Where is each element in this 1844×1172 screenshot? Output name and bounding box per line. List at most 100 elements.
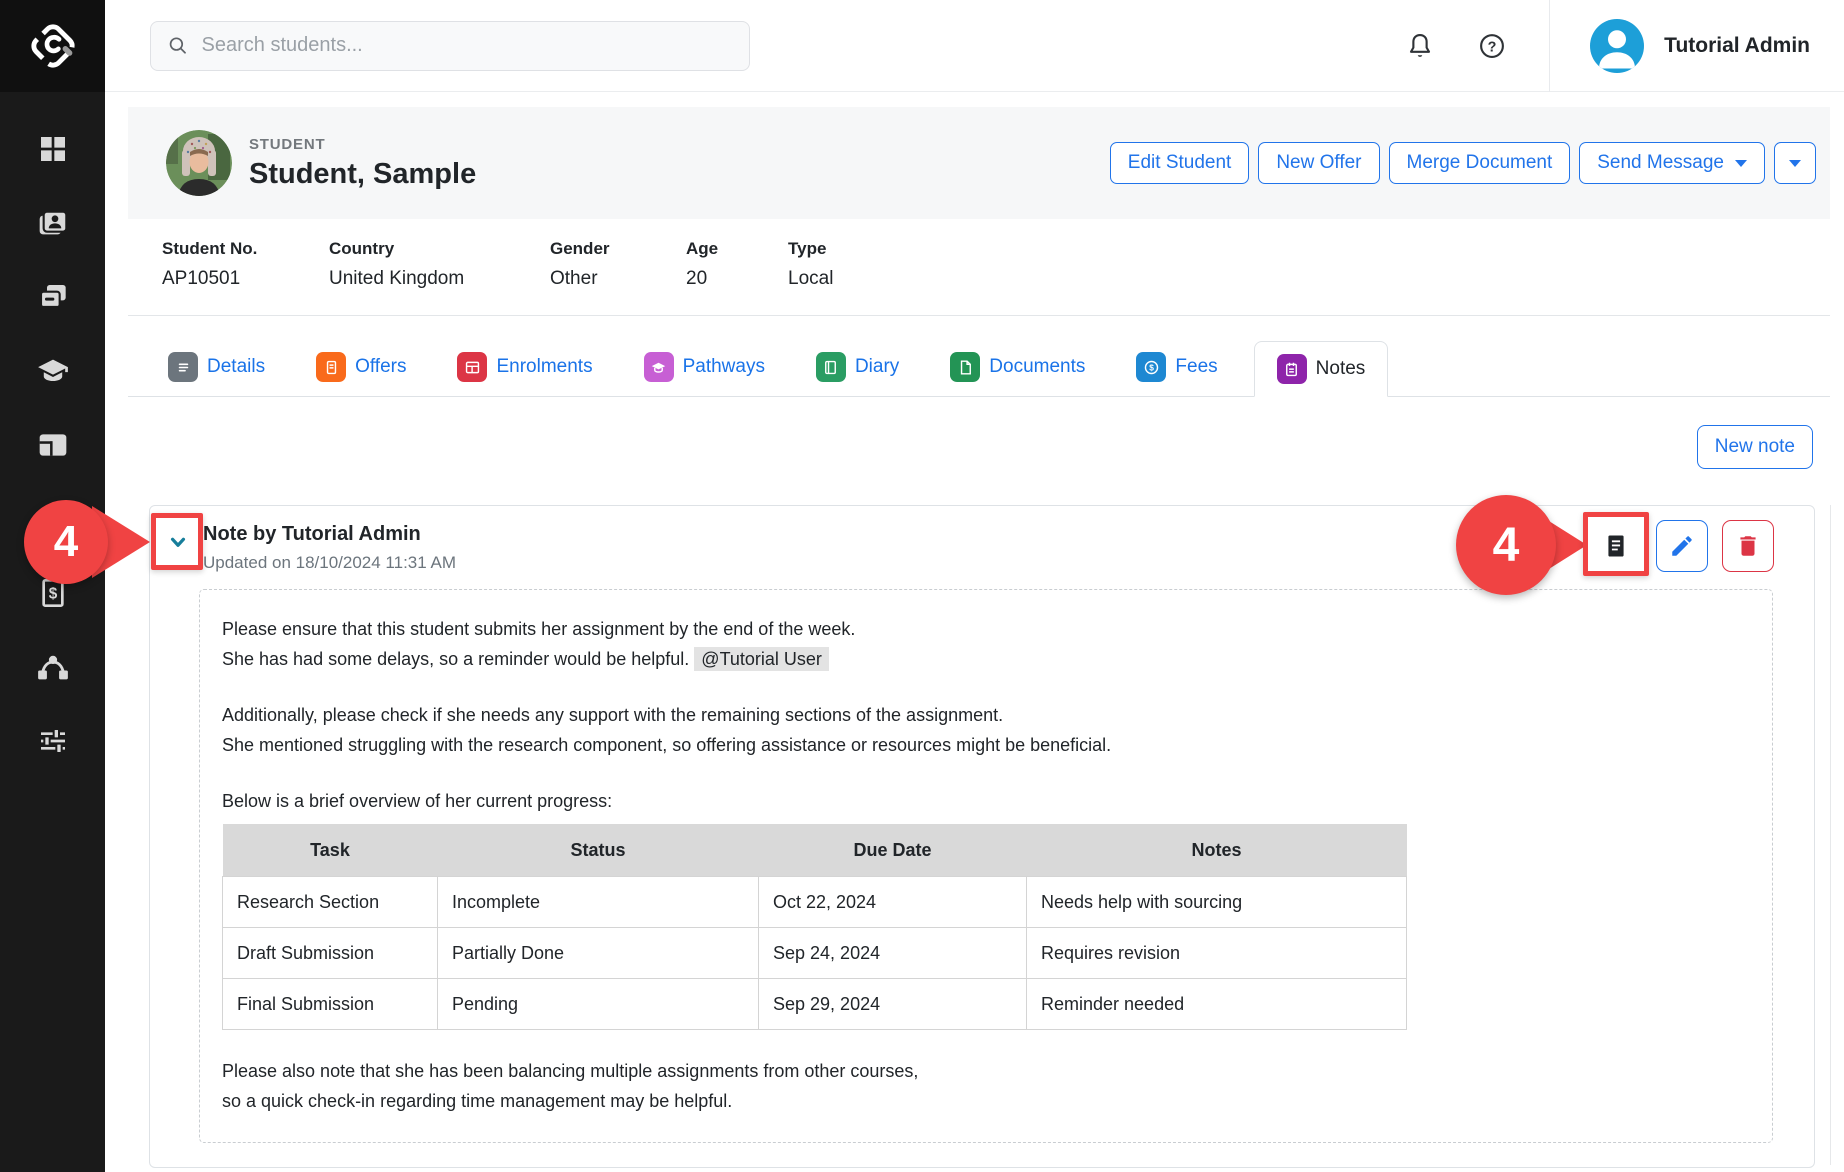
- note-text-line: Additionally, please check if she needs …: [222, 700, 1748, 730]
- note-text: She has had some delays, so a reminder w…: [222, 649, 689, 669]
- note-actions: [1590, 520, 1774, 572]
- tab-fees[interactable]: $ Fees: [1121, 352, 1232, 382]
- field-gender: Gender Other: [550, 239, 686, 290]
- table-row: Draft Submission Partially Done Sep 24, …: [223, 927, 1407, 978]
- progress-table: Task Status Due Date Notes Research Sect…: [222, 824, 1407, 1030]
- table-cell: Sep 24, 2024: [759, 927, 1027, 978]
- pathways-tab-icon: [644, 352, 674, 382]
- table-row: Research Section Incomplete Oct 22, 2024…: [223, 876, 1407, 927]
- app-logo[interactable]: [0, 0, 105, 92]
- offers-icon[interactable]: [31, 280, 75, 314]
- search-box[interactable]: [150, 21, 750, 71]
- field-label: Type: [788, 239, 833, 259]
- column-header: Task: [223, 824, 438, 876]
- note-text-line: Please ensure that this student submits …: [222, 614, 1748, 644]
- student-header: STUDENT Student, Sample Edit Student New…: [128, 107, 1830, 219]
- tab-label: Documents: [989, 356, 1085, 378]
- table-cell: Partially Done: [438, 927, 759, 978]
- pathways-icon[interactable]: [31, 650, 75, 684]
- note-paragraph: Please also note that she has been balan…: [222, 1056, 1748, 1116]
- table-cell: Oct 22, 2024: [759, 876, 1027, 927]
- note-title: Note by Tutorial Admin: [203, 523, 456, 546]
- new-note-button[interactable]: New note: [1697, 425, 1813, 469]
- view-note-button[interactable]: [1590, 520, 1642, 572]
- field-label: Gender: [550, 239, 686, 259]
- search-icon: [167, 34, 190, 58]
- send-message-button[interactable]: Send Message: [1579, 142, 1765, 184]
- field-value: United Kingdom: [329, 268, 550, 290]
- offers-tab-icon: [316, 352, 346, 382]
- tab-details[interactable]: Details: [153, 352, 280, 382]
- tab-pathways[interactable]: Pathways: [629, 352, 780, 382]
- table-cell: Draft Submission: [223, 927, 438, 978]
- dashboard-icon[interactable]: [31, 132, 75, 166]
- collapse-note-button[interactable]: [156, 520, 200, 564]
- settings-icon[interactable]: [31, 724, 75, 758]
- delete-note-button[interactable]: [1722, 520, 1774, 572]
- table-cell: Sep 29, 2024: [759, 978, 1027, 1029]
- topbar: ? Tutorial Admin: [105, 0, 1844, 92]
- chevron-down-icon: [165, 529, 191, 555]
- documents-tab-icon: [950, 352, 980, 382]
- sidebar: $: [0, 0, 105, 1172]
- tab-enrolments[interactable]: Enrolments: [442, 352, 607, 382]
- note-paragraph: Additionally, please check if she needs …: [222, 700, 1748, 760]
- student-info-row: Student No. AP10501 Country United Kingd…: [128, 219, 1830, 316]
- tab-label: Pathways: [683, 356, 765, 378]
- edit-student-button[interactable]: Edit Student: [1110, 142, 1250, 184]
- app-logo-icon: [25, 18, 81, 74]
- more-actions-button[interactable]: [1774, 142, 1816, 184]
- tabs-bar: Details Offers Enrolments Pathways: [128, 338, 1830, 397]
- student-name: Student, Sample: [249, 158, 476, 191]
- field-type: Type Local: [788, 239, 833, 290]
- pencil-icon: [1669, 533, 1695, 559]
- help-icon[interactable]: ?: [1477, 31, 1507, 61]
- edit-note-button[interactable]: [1656, 520, 1708, 572]
- table-cell: Pending: [438, 978, 759, 1029]
- tab-label: Fees: [1175, 356, 1217, 378]
- new-offer-button[interactable]: New Offer: [1258, 142, 1379, 184]
- note-text-line: Below is a brief overview of her current…: [222, 786, 1748, 816]
- user-avatar[interactable]: [1590, 19, 1644, 73]
- tab-label: Notes: [1316, 358, 1366, 380]
- column-header: Notes: [1027, 824, 1407, 876]
- field-age: Age 20: [686, 239, 788, 290]
- tab-notes[interactable]: Notes: [1254, 341, 1389, 397]
- sidebar-nav: $: [0, 92, 105, 798]
- user-name[interactable]: Tutorial Admin: [1664, 34, 1810, 58]
- tab-documents[interactable]: Documents: [935, 352, 1100, 382]
- note-header: Note by Tutorial Admin Updated on 18/10/…: [150, 506, 1814, 573]
- invoices-icon[interactable]: $: [31, 576, 75, 610]
- fees-tab-icon: $: [1136, 352, 1166, 382]
- user-mention-chip: @Tutorial User: [694, 647, 829, 671]
- chevron-down-icon: [1789, 160, 1801, 167]
- table-header-row: Task Status Due Date Notes: [223, 824, 1407, 876]
- tab-diary[interactable]: Diary: [801, 352, 914, 382]
- bell-icon[interactable]: [1405, 31, 1435, 61]
- note-text-line: She mentioned struggling with the resear…: [222, 730, 1748, 760]
- field-value: 20: [686, 268, 788, 290]
- tab-offers[interactable]: Offers: [301, 352, 421, 382]
- diary-tab-icon: [816, 352, 846, 382]
- document-icon: [1602, 532, 1630, 560]
- details-tab-icon: [168, 352, 198, 382]
- table-row: Final Submission Pending Sep 29, 2024 Re…: [223, 978, 1407, 1029]
- field-value: Local: [788, 268, 833, 290]
- layout-icon[interactable]: [31, 428, 75, 462]
- trash-icon: [1735, 533, 1761, 559]
- courses-icon[interactable]: [31, 354, 75, 388]
- topbar-divider: [1549, 0, 1550, 92]
- enrolments-tab-icon: [457, 352, 487, 382]
- note-text-line: so a quick check-in regarding time manag…: [222, 1086, 1748, 1116]
- student-type-label: STUDENT: [249, 136, 476, 153]
- table-cell: Incomplete: [438, 876, 759, 927]
- table-cell: Research Section: [223, 876, 438, 927]
- field-country: Country United Kingdom: [329, 239, 550, 290]
- search-input[interactable]: [202, 34, 733, 57]
- students-icon[interactable]: [31, 206, 75, 240]
- merge-document-button[interactable]: Merge Document: [1389, 142, 1571, 184]
- field-value: Other: [550, 268, 686, 290]
- note-body: Please ensure that this student submits …: [199, 589, 1773, 1143]
- student-actions: Edit Student New Offer Merge Document Se…: [1110, 142, 1816, 184]
- svg-text:?: ?: [1488, 39, 1497, 55]
